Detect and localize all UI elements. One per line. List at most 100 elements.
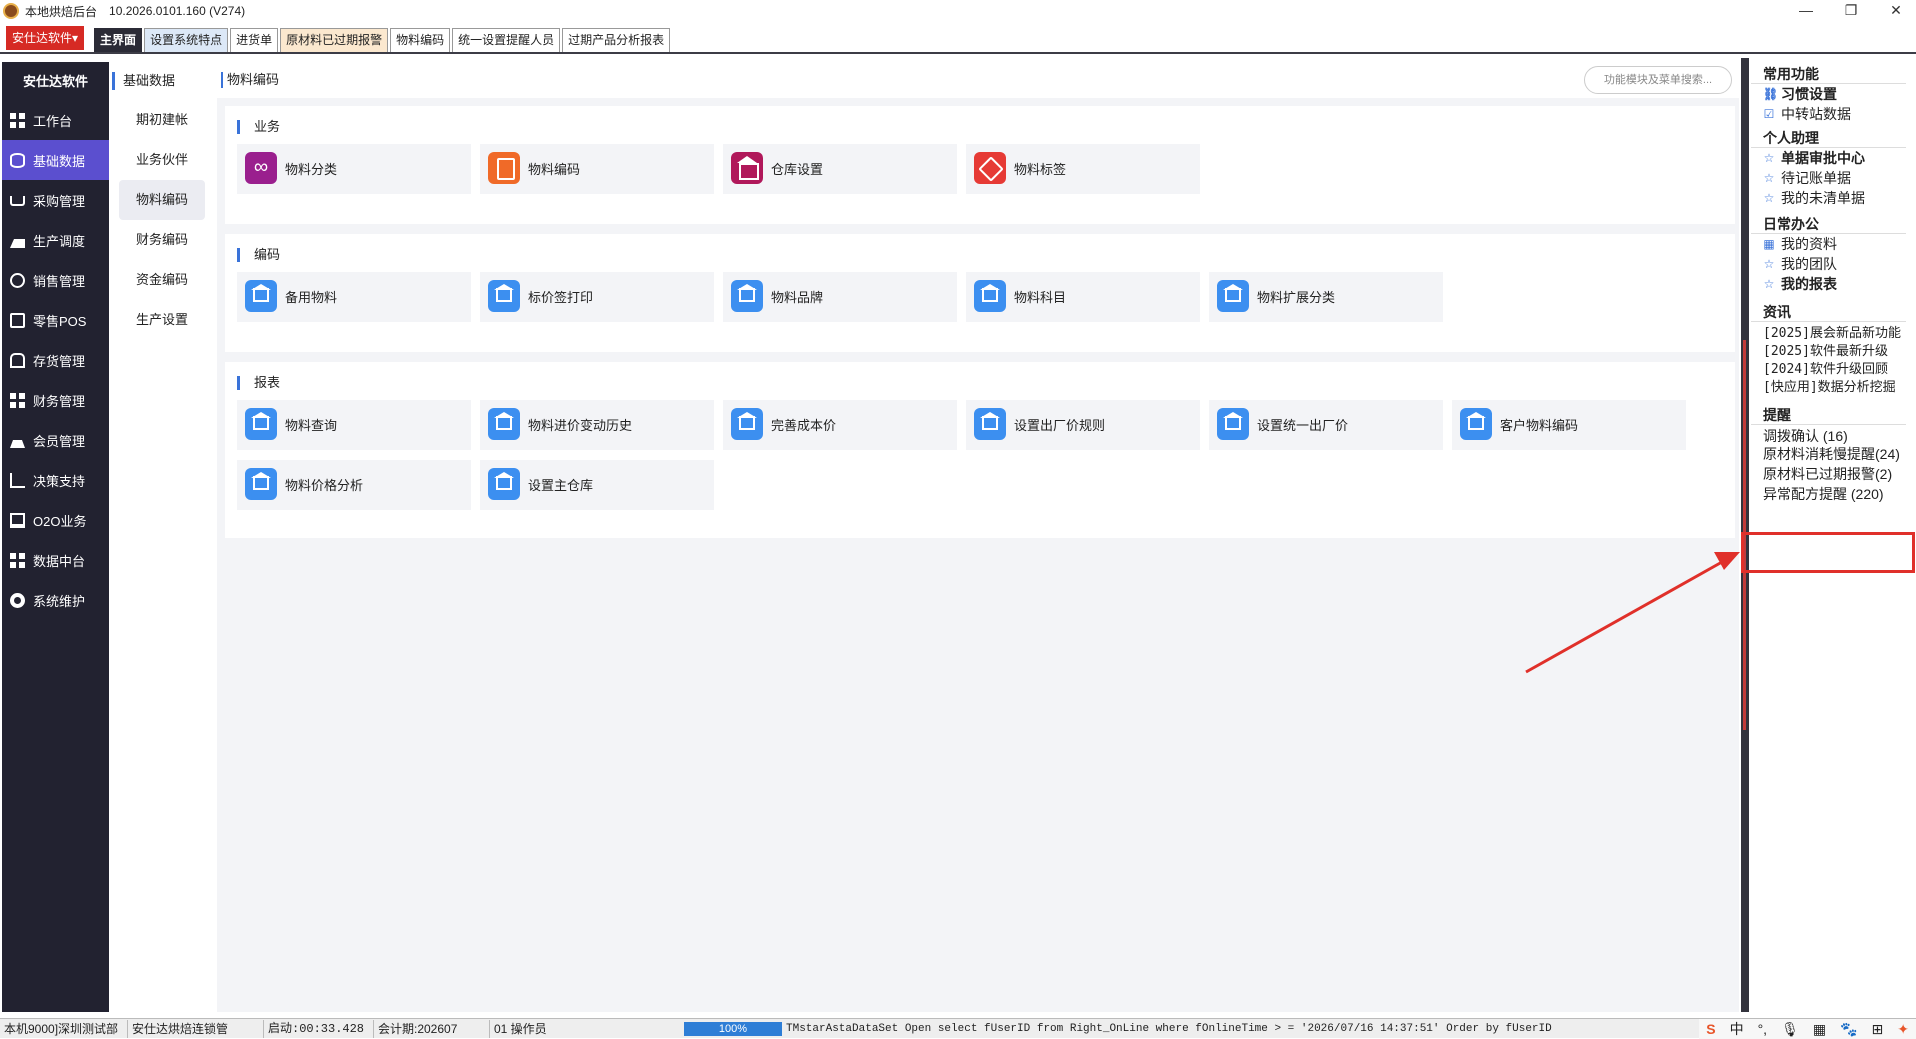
- tab-expired-analysis[interactable]: 过期产品分析报表: [562, 28, 671, 52]
- card-material-brand[interactable]: 物料品牌: [723, 272, 957, 322]
- tab-material-code[interactable]: 物料编码: [390, 28, 451, 52]
- news-item[interactable]: [2024]软件升级回顾: [1751, 362, 1916, 377]
- toolbox-icon[interactable]: ⊞: [1872, 1021, 1884, 1038]
- sidebar-item-pos[interactable]: 零售POS: [2, 300, 109, 340]
- card-warehouse-setup[interactable]: 仓库设置: [723, 144, 957, 194]
- chart-icon: [10, 472, 25, 488]
- subnav-item-partners[interactable]: 业务伙伴: [119, 140, 205, 180]
- main-sidebar: 安仕达软件 工作台 基础数据 采购管理 生产调度 销售管理 零售POS 存货管理…: [2, 62, 109, 1012]
- title-bar: 本地烘焙后台 10.2026.0101.160 (V274): [0, 0, 1916, 22]
- sidebar-item-o2o[interactable]: O2O业务: [2, 500, 109, 540]
- sidebar-item-data-center[interactable]: 数据中台: [2, 540, 109, 580]
- ime-extra-icon[interactable]: ✦: [1897, 1021, 1909, 1038]
- my-profile-link[interactable]: ▦ 我的资料: [1751, 234, 1916, 254]
- sidebar-item-finance[interactable]: 财务管理: [2, 380, 109, 420]
- calendar-icon: ▦: [1763, 237, 1775, 251]
- status-progress: 100%: [684, 1021, 782, 1036]
- card-price-tag-print[interactable]: 标价签打印: [480, 272, 714, 322]
- ime-logo-icon[interactable]: S: [1706, 1021, 1715, 1037]
- sidebar-item-members[interactable]: 会员管理: [2, 420, 109, 460]
- card-price-analysis[interactable]: 物料价格分析: [237, 460, 471, 510]
- tab-purchase-order[interactable]: 进货单: [230, 28, 279, 52]
- card-cost-price[interactable]: 完善成本价: [723, 400, 957, 450]
- reminder-abnormal-recipe[interactable]: 异常配方提醒 (220): [1751, 487, 1916, 502]
- sidebar-item-decision[interactable]: 决策支持: [2, 460, 109, 500]
- card-material-query[interactable]: 物料查询: [237, 400, 471, 450]
- sidebar-item-system[interactable]: 系统维护: [2, 580, 109, 620]
- subnav-item-fund-code[interactable]: 资金编码: [119, 260, 205, 300]
- news-item[interactable]: [2025]展会新品新功能: [1751, 326, 1916, 341]
- my-reports-link[interactable]: ☆ 我的报表: [1751, 274, 1916, 294]
- open-docs-link[interactable]: ☆ 我的未清单据: [1751, 188, 1916, 208]
- card-label: 物料查询: [285, 418, 338, 433]
- news-item[interactable]: [2025]软件最新升级: [1751, 344, 1916, 359]
- pos-icon: [10, 312, 25, 328]
- sidebar-item-basic-data[interactable]: 基础数据: [2, 140, 109, 180]
- reminder-slow-consumption[interactable]: 原材料消耗慢提醒(24): [1751, 447, 1916, 462]
- card-material-category[interactable]: 物料分类: [237, 144, 471, 194]
- approval-center-link[interactable]: ☆ 单据审批中心: [1751, 148, 1916, 168]
- section-coding: 编码 备用物料 标价签打印 物料品牌 物料科目 物料扩展分类: [225, 234, 1735, 352]
- news-title: 资讯: [1751, 302, 1906, 322]
- keyboard-icon[interactable]: ▦: [1813, 1021, 1826, 1038]
- sales-icon: [10, 272, 25, 288]
- tab-reminder-users[interactable]: 统一设置提醒人员: [452, 28, 561, 52]
- skin-icon[interactable]: 🐾: [1840, 1021, 1857, 1038]
- sidebar-item-production[interactable]: 生产调度: [2, 220, 109, 260]
- status-sql: TMstarAstaDataSet Open select fUserID fr…: [786, 1022, 1552, 1035]
- punctuation-icon[interactable]: °,: [1758, 1021, 1768, 1037]
- card-spare-material[interactable]: 备用物料: [237, 272, 471, 322]
- grid-icon: [10, 112, 25, 128]
- subnav-item-opening[interactable]: 期初建帐: [119, 100, 205, 140]
- app-title: 本地烘焙后台: [25, 4, 98, 19]
- card-customer-material-code[interactable]: 客户物料编码: [1452, 400, 1686, 450]
- function-search-input[interactable]: 功能模块及菜单搜索...: [1584, 66, 1732, 94]
- sidebar-item-workbench[interactable]: 工作台: [2, 100, 109, 140]
- habit-settings-link[interactable]: ⛓ 习惯设置: [1751, 84, 1916, 104]
- section-title: 编码: [237, 248, 280, 262]
- pending-docs-link[interactable]: ☆ 待记账单据: [1751, 168, 1916, 188]
- card-label: 物料扩展分类: [1257, 290, 1336, 305]
- company-dropdown-button[interactable]: 安仕达软件▾: [6, 26, 85, 50]
- card-price-history[interactable]: 物料进价变动历史: [480, 400, 714, 450]
- card-material-tag[interactable]: 物料标签: [966, 144, 1200, 194]
- card-label: 仓库设置: [771, 162, 824, 177]
- minimize-button[interactable]: —: [1786, 0, 1826, 22]
- home-search-icon: [1217, 280, 1249, 312]
- transfer-data-link[interactable]: ☑ 中转站数据: [1751, 104, 1916, 124]
- tab-main[interactable]: 主界面: [94, 28, 143, 52]
- subnav-item-material-code[interactable]: 物料编码: [119, 180, 205, 220]
- card-unified-factory-price[interactable]: 设置统一出厂价: [1209, 400, 1443, 450]
- status-period: 会计期:202607: [374, 1019, 490, 1038]
- subnav-item-finance-code[interactable]: 财务编码: [119, 220, 205, 260]
- reminder-transfer-confirm[interactable]: 调拨确认 (16): [1751, 429, 1916, 444]
- card-label: 物料价格分析: [285, 478, 364, 493]
- card-main-warehouse[interactable]: 设置主仓库: [480, 460, 714, 510]
- database-icon: [10, 152, 25, 168]
- sidebar-item-inventory[interactable]: 存货管理: [2, 340, 109, 380]
- maximize-button[interactable]: ❐: [1831, 0, 1871, 22]
- sub-sidebar-title: 基础数据: [112, 72, 215, 90]
- news-item[interactable]: [快应用]数据分析挖掘: [1751, 380, 1916, 395]
- card-material-subject[interactable]: 物料科目: [966, 272, 1200, 322]
- home-search-icon: [731, 408, 763, 440]
- card-factory-price-rule[interactable]: 设置出厂价规则: [966, 400, 1200, 450]
- home-search-icon: [488, 408, 520, 440]
- breadcrumb: 物料编码 功能模块及菜单搜索...: [217, 62, 1739, 98]
- card-material-ext-category[interactable]: 物料扩展分类: [1209, 272, 1443, 322]
- sidebar-item-sales[interactable]: 销售管理: [2, 260, 109, 300]
- status-company: 安仕达烘焙连锁管: [128, 1019, 264, 1038]
- card-material-code[interactable]: 物料编码: [480, 144, 714, 194]
- tab-system-features[interactable]: 设置系统特点: [144, 28, 229, 52]
- card-label: 完善成本价: [771, 418, 837, 433]
- tab-expired-alarm[interactable]: 原材料已过期报警: [280, 28, 389, 52]
- ime-language-icon[interactable]: 中: [1730, 1019, 1744, 1039]
- my-team-link[interactable]: ☆ 我的团队: [1751, 254, 1916, 274]
- sidebar-item-purchase[interactable]: 采购管理: [2, 180, 109, 220]
- reminder-expired-alarm[interactable]: 原材料已过期报警(2): [1751, 467, 1916, 482]
- grid-icon: [10, 392, 25, 408]
- close-button[interactable]: ✕: [1876, 0, 1916, 22]
- subnav-item-production-setup[interactable]: 生产设置: [119, 300, 205, 340]
- card-label: 物料进价变动历史: [528, 418, 633, 433]
- microphone-icon[interactable]: 🎙: [1781, 1021, 1799, 1038]
